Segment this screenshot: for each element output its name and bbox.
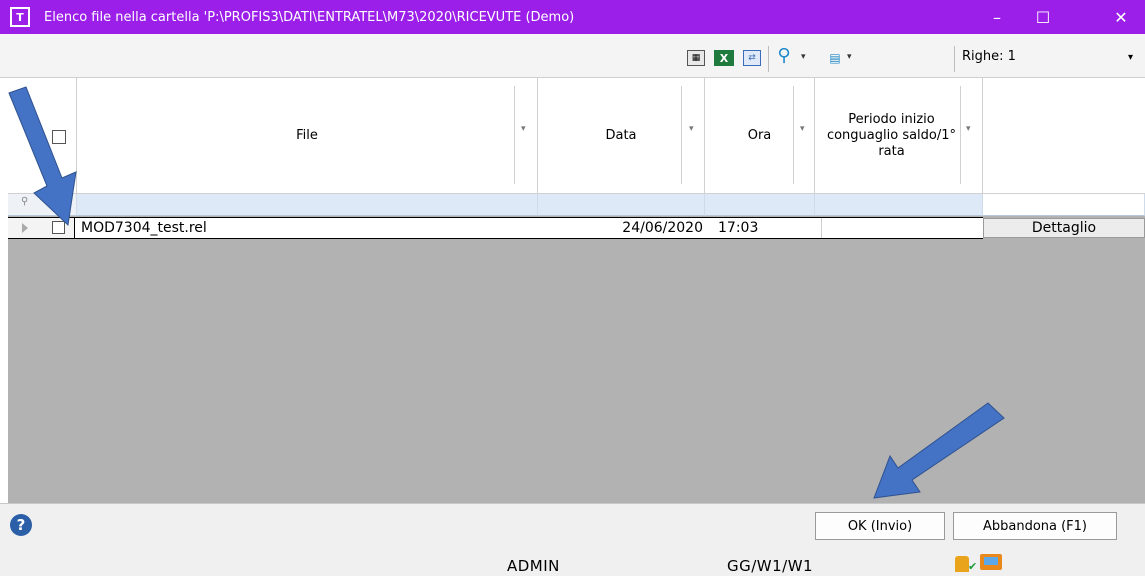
annotation-arrow-checkbox bbox=[8, 86, 1005, 499]
arrow-checkbox-shape bbox=[8, 86, 77, 227]
arrow-ok-shape bbox=[873, 402, 1005, 499]
